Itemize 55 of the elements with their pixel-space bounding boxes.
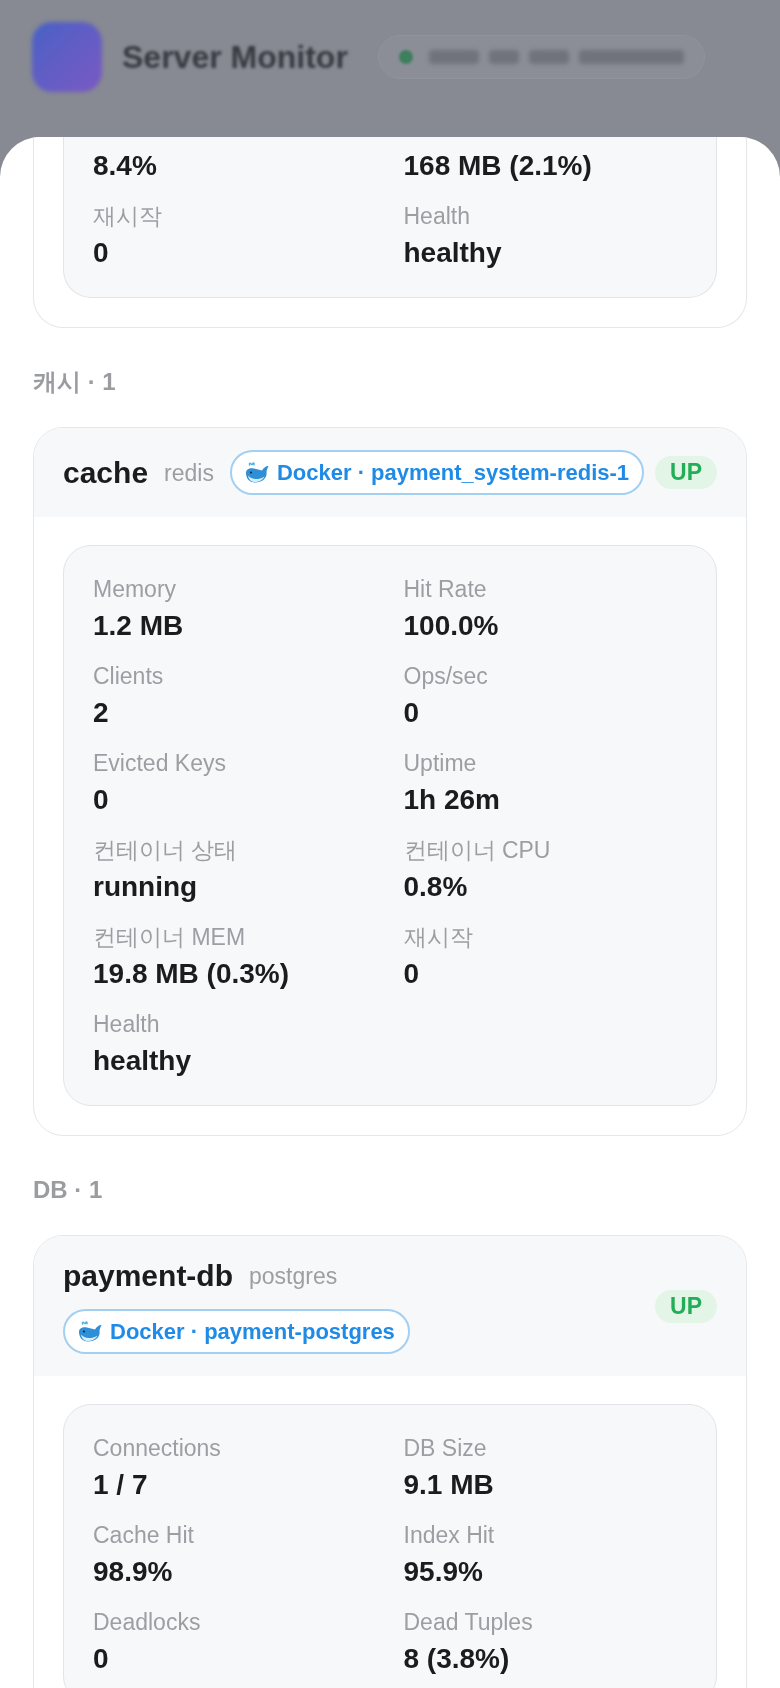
metric-value: 98.9% [93, 1555, 174, 1589]
metric-label: 재시작 [403, 923, 474, 952]
metric-label: Clients [93, 662, 165, 691]
metric-label: Evicted Keys [93, 749, 227, 778]
metric-label: Deadlocks [93, 1608, 202, 1637]
docker-source-text: Docker · payment_system-redis-1 [276, 458, 630, 487]
service-name: cache [63, 454, 149, 491]
metric-value: 1h 26m [403, 783, 501, 817]
status-badge: UP [655, 456, 717, 489]
docker-source-text: Docker · payment-postgres [110, 1317, 395, 1346]
metric-value: 8 (3.8%) [403, 1642, 511, 1676]
whale-icon [244, 462, 269, 483]
metric-label: 컨테이너 CPU [403, 836, 552, 865]
metric-label: Hit Rate [403, 575, 488, 604]
metric-value: healthy [93, 1044, 193, 1078]
metric-label: 컨테이너 MEM [93, 923, 247, 952]
service-type: postgres [249, 1262, 338, 1291]
metric-value: 9.1 MB [403, 1468, 495, 1502]
metric-label: Memory [93, 575, 178, 604]
metric-label: 컨테이너 상태 [93, 836, 239, 865]
section-title: 캐시 · 1 [33, 367, 117, 397]
metric-value: 0 [93, 236, 110, 270]
section-title: DB · 1 [33, 1175, 104, 1205]
metric-value: 100.0% [403, 609, 500, 643]
service-name: payment-db [63, 1258, 233, 1294]
metric-label: Health [403, 202, 471, 231]
status-dot-icon [398, 50, 413, 64]
metric-value: 1 / 7 [93, 1468, 149, 1502]
metric-label: Uptime [403, 749, 478, 778]
metric-value: 0 [403, 957, 421, 991]
metric-label: Connections [93, 1434, 222, 1463]
metric-label: Health [93, 1010, 161, 1039]
metric-value: 95.9% [403, 1555, 484, 1589]
metric-value: 0 [93, 1642, 110, 1676]
app-icon [32, 22, 102, 92]
metric-value: 0 [403, 696, 421, 730]
metric-value: 19.8 MB (0.3%) [93, 957, 291, 991]
metric-value: 0 [93, 783, 110, 817]
metric-label: Index Hit [403, 1521, 496, 1550]
metric-value: 168 MB (2.1%) [403, 149, 593, 183]
service-type: redis [164, 458, 214, 488]
metric-value: 0.8% [403, 870, 469, 904]
metric-value: 2 [93, 696, 110, 730]
metric-label: 재시작 [93, 202, 163, 231]
metric-value: 8.4% [93, 149, 158, 183]
metric-label: Ops/sec [403, 662, 489, 691]
metric-label: Cache Hit [93, 1521, 195, 1550]
whale-icon [78, 1321, 102, 1342]
app-title: Server Monitor [122, 38, 348, 77]
status-badge: UP [655, 1289, 717, 1323]
metric-value: running [93, 870, 199, 904]
metric-value: healthy [403, 236, 503, 270]
metric-label: DB Size [403, 1434, 488, 1463]
metric-value: 1.2 MB [93, 609, 185, 643]
metric-label: Dead Tuples [403, 1608, 534, 1637]
